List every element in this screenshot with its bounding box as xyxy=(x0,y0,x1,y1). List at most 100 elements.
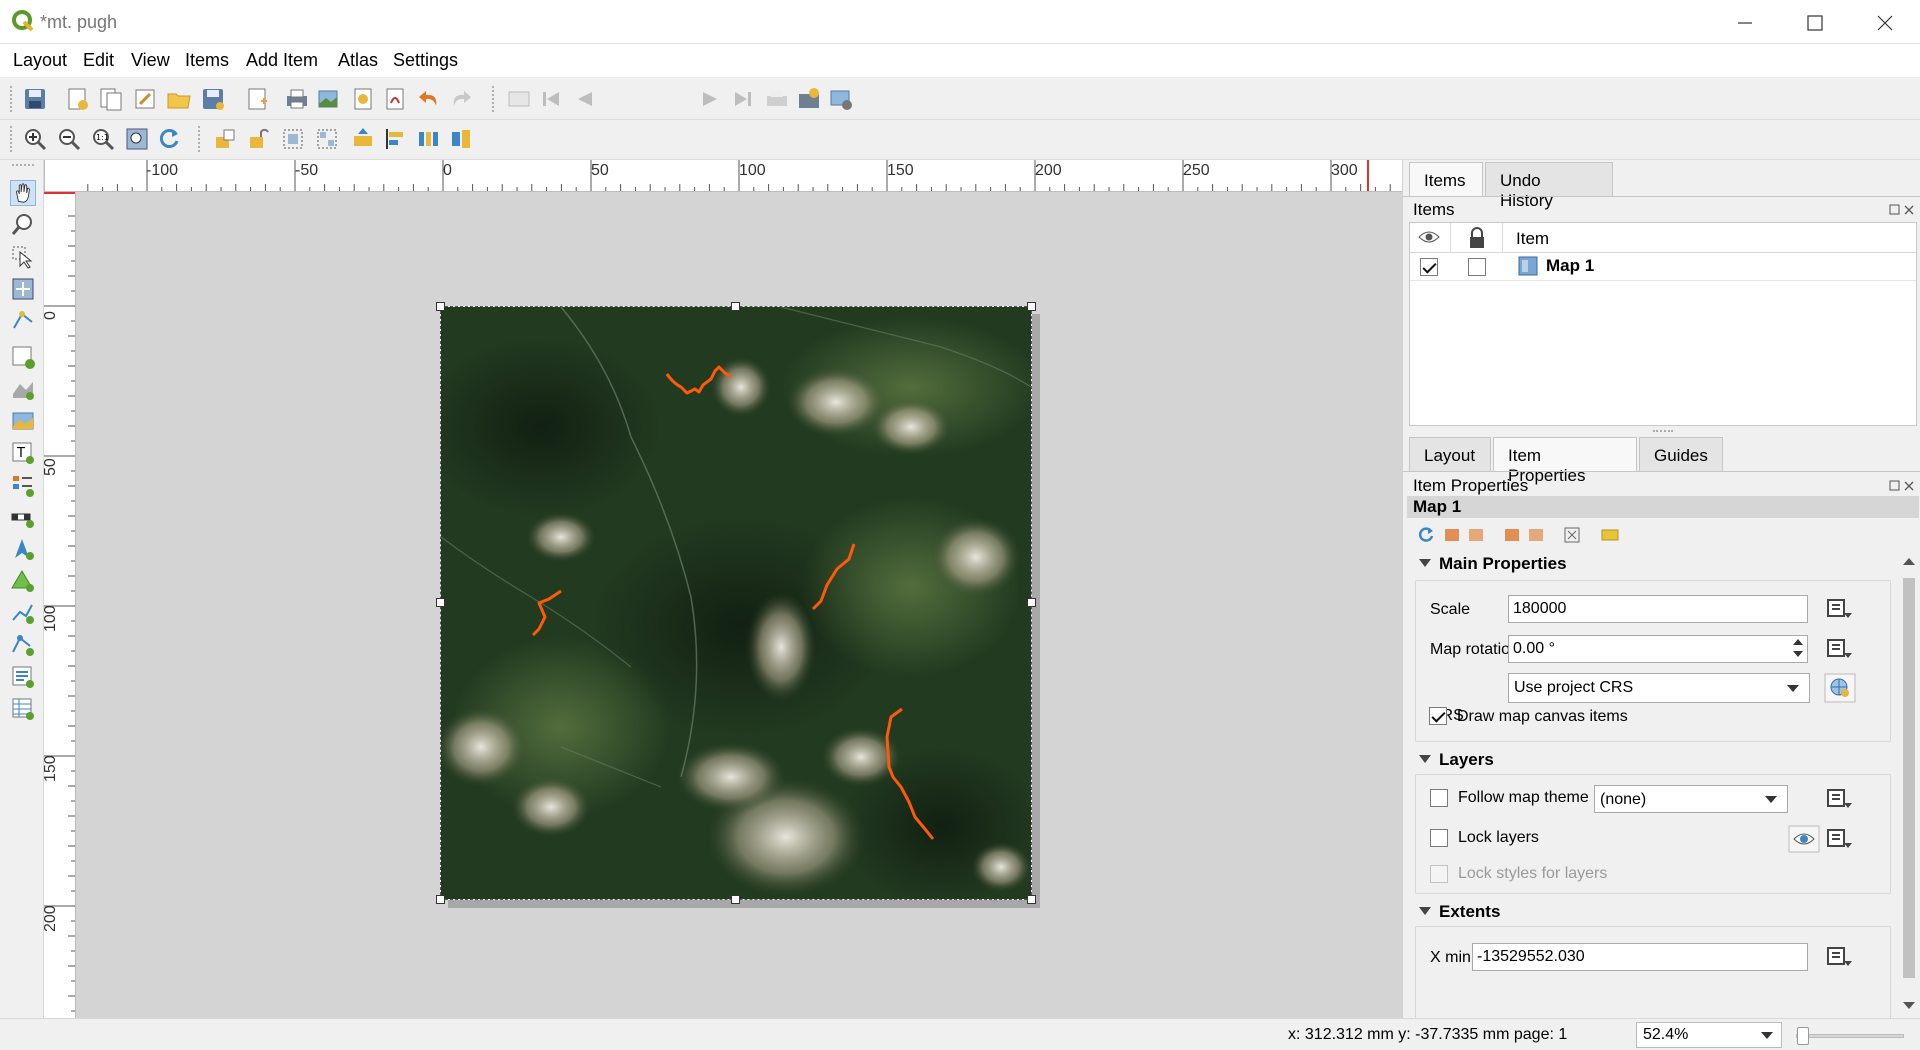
unlock-items-icon[interactable] xyxy=(246,126,272,152)
menu-view[interactable]: View xyxy=(131,50,170,71)
menu-atlas[interactable]: Atlas xyxy=(338,50,378,71)
minimize-button[interactable] xyxy=(1710,0,1780,44)
spin-down-icon[interactable] xyxy=(1793,651,1803,657)
toolbar-grip[interactable] xyxy=(10,126,14,152)
set-scale-to-canvas-icon[interactable] xyxy=(1527,526,1545,544)
scroll-down-icon[interactable] xyxy=(1903,1002,1915,1009)
add-html-icon[interactable] xyxy=(10,664,36,690)
save-as-template-icon[interactable] xyxy=(200,86,226,112)
select-tool-icon[interactable] xyxy=(10,244,36,270)
last-feature-icon[interactable] xyxy=(730,86,756,112)
zoom-full-icon[interactable] xyxy=(124,126,150,152)
dock-float-close-icons[interactable] xyxy=(1889,480,1917,492)
resize-handle-ne[interactable] xyxy=(1027,302,1036,311)
resize-handle-w[interactable] xyxy=(436,598,445,607)
tab-item-properties[interactable]: Item Properties xyxy=(1493,437,1637,485)
main-properties-header[interactable]: Main Properties xyxy=(1419,554,1567,574)
resize-handle-n[interactable] xyxy=(731,302,740,311)
zoom-tool-icon[interactable] xyxy=(10,212,36,238)
menu-settings[interactable]: Settings xyxy=(393,50,458,71)
menu-items[interactable]: Items xyxy=(185,50,229,71)
distribute-icon[interactable] xyxy=(416,126,442,152)
splitter-handle[interactable] xyxy=(1653,430,1673,432)
labeling-settings-icon[interactable] xyxy=(1601,528,1619,542)
zoom-out-icon[interactable] xyxy=(56,126,82,152)
add-attribute-table-icon[interactable] xyxy=(10,696,36,722)
add-picture-icon[interactable] xyxy=(10,408,36,434)
tab-undo-history[interactable]: Undo History xyxy=(1485,162,1613,210)
add-3d-map-icon[interactable] xyxy=(10,376,36,402)
export-pdf-icon[interactable] xyxy=(382,86,408,112)
dock-float-close-icons[interactable] xyxy=(1889,204,1917,216)
ungroup-items-icon[interactable] xyxy=(314,126,340,152)
spin-up-icon[interactable] xyxy=(1793,639,1803,645)
toolbar-grip[interactable] xyxy=(10,86,14,112)
toolbar-grip[interactable] xyxy=(492,86,496,112)
follow-map-theme-checkbox[interactable] xyxy=(1430,789,1448,807)
data-defined-override-icon[interactable] xyxy=(1824,635,1856,663)
layout-page[interactable] xyxy=(421,302,1041,907)
resize-handle-se[interactable] xyxy=(1027,895,1036,904)
toolbar-grip[interactable] xyxy=(198,126,202,152)
add-label-icon[interactable]: T xyxy=(10,440,36,466)
undo-icon[interactable] xyxy=(416,86,442,112)
add-nodes-icon[interactable] xyxy=(10,632,36,658)
zoom-combo[interactable]: 52.4% xyxy=(1636,1022,1782,1048)
previous-feature-icon[interactable] xyxy=(572,86,598,112)
draw-canvas-items-checkbox[interactable] xyxy=(1429,707,1447,725)
resize-handle-s[interactable] xyxy=(731,895,740,904)
extents-header[interactable]: Extents xyxy=(1419,902,1500,922)
save-icon[interactable] xyxy=(22,86,48,112)
lock-items-icon[interactable] xyxy=(212,126,238,152)
zoom-slider[interactable] xyxy=(1796,1027,1904,1045)
map-item[interactable] xyxy=(421,306,1041,907)
vertical-ruler[interactable]: 0 50 100 150 200 xyxy=(44,192,76,1018)
tab-items[interactable]: Items xyxy=(1409,162,1483,196)
crs-combo[interactable]: Use project CRS xyxy=(1508,673,1810,703)
close-button[interactable] xyxy=(1850,0,1920,44)
zoom-slider-handle[interactable] xyxy=(1797,1027,1809,1045)
first-feature-icon[interactable] xyxy=(538,86,564,112)
menu-layout[interactable]: Layout xyxy=(13,50,67,71)
print-icon[interactable] xyxy=(284,86,310,112)
zoom-in-icon[interactable] xyxy=(22,126,48,152)
add-scalebar-icon[interactable] xyxy=(10,504,36,530)
tab-layout[interactable]: Layout xyxy=(1409,437,1491,471)
atlas-preview-icon[interactable] xyxy=(506,86,532,112)
scroll-up-icon[interactable] xyxy=(1903,558,1915,565)
set-to-canvas-extent-icon[interactable] xyxy=(1443,526,1461,544)
menu-add-item[interactable]: Add Item xyxy=(246,50,318,71)
resize-handle-sw[interactable] xyxy=(436,895,445,904)
pan-tool-icon[interactable] xyxy=(10,180,36,206)
scrollbar-thumb[interactable] xyxy=(1903,578,1915,978)
layout-canvas[interactable] xyxy=(76,192,1402,1018)
export-svg-icon[interactable] xyxy=(350,86,376,112)
item-visible-checkbox[interactable] xyxy=(1420,258,1438,276)
zoom-actual-icon[interactable]: 1:1 xyxy=(90,126,116,152)
map-theme-combo[interactable]: (none) xyxy=(1594,785,1788,813)
layers-header[interactable]: Layers xyxy=(1419,750,1494,770)
set-scale-icon[interactable] xyxy=(1503,526,1521,544)
toolbar-grip[interactable] xyxy=(12,164,34,168)
add-polyline-icon[interactable] xyxy=(10,600,36,626)
update-preview-icon[interactable] xyxy=(1417,526,1435,544)
raise-items-icon[interactable] xyxy=(350,126,376,152)
item-lock-checkbox[interactable] xyxy=(1468,258,1486,276)
menu-edit[interactable]: Edit xyxy=(83,50,114,71)
layout-manager-icon[interactable] xyxy=(132,86,158,112)
resize-icon[interactable] xyxy=(448,126,474,152)
print-atlas-icon[interactable] xyxy=(764,86,790,112)
view-extent-in-canvas-icon[interactable] xyxy=(1467,526,1485,544)
export-image-icon[interactable] xyxy=(316,86,342,112)
item-properties-scroll[interactable]: Main Properties Scale 180000 Map rotatio… xyxy=(1409,550,1899,1018)
lock-layers-checkbox[interactable] xyxy=(1430,829,1448,847)
resize-handle-e[interactable] xyxy=(1027,598,1036,607)
item-row[interactable]: Map 1 xyxy=(1410,253,1916,281)
add-shape-icon[interactable] xyxy=(10,568,36,594)
items-tree[interactable]: Item Map 1 xyxy=(1409,222,1917,426)
tab-guides[interactable]: Guides xyxy=(1639,437,1723,471)
lock-styles-checkbox[interactable] xyxy=(1430,865,1448,883)
atlas-settings-icon[interactable] xyxy=(828,86,854,112)
move-content-icon[interactable] xyxy=(10,276,36,302)
export-atlas-icon[interactable] xyxy=(796,86,822,112)
